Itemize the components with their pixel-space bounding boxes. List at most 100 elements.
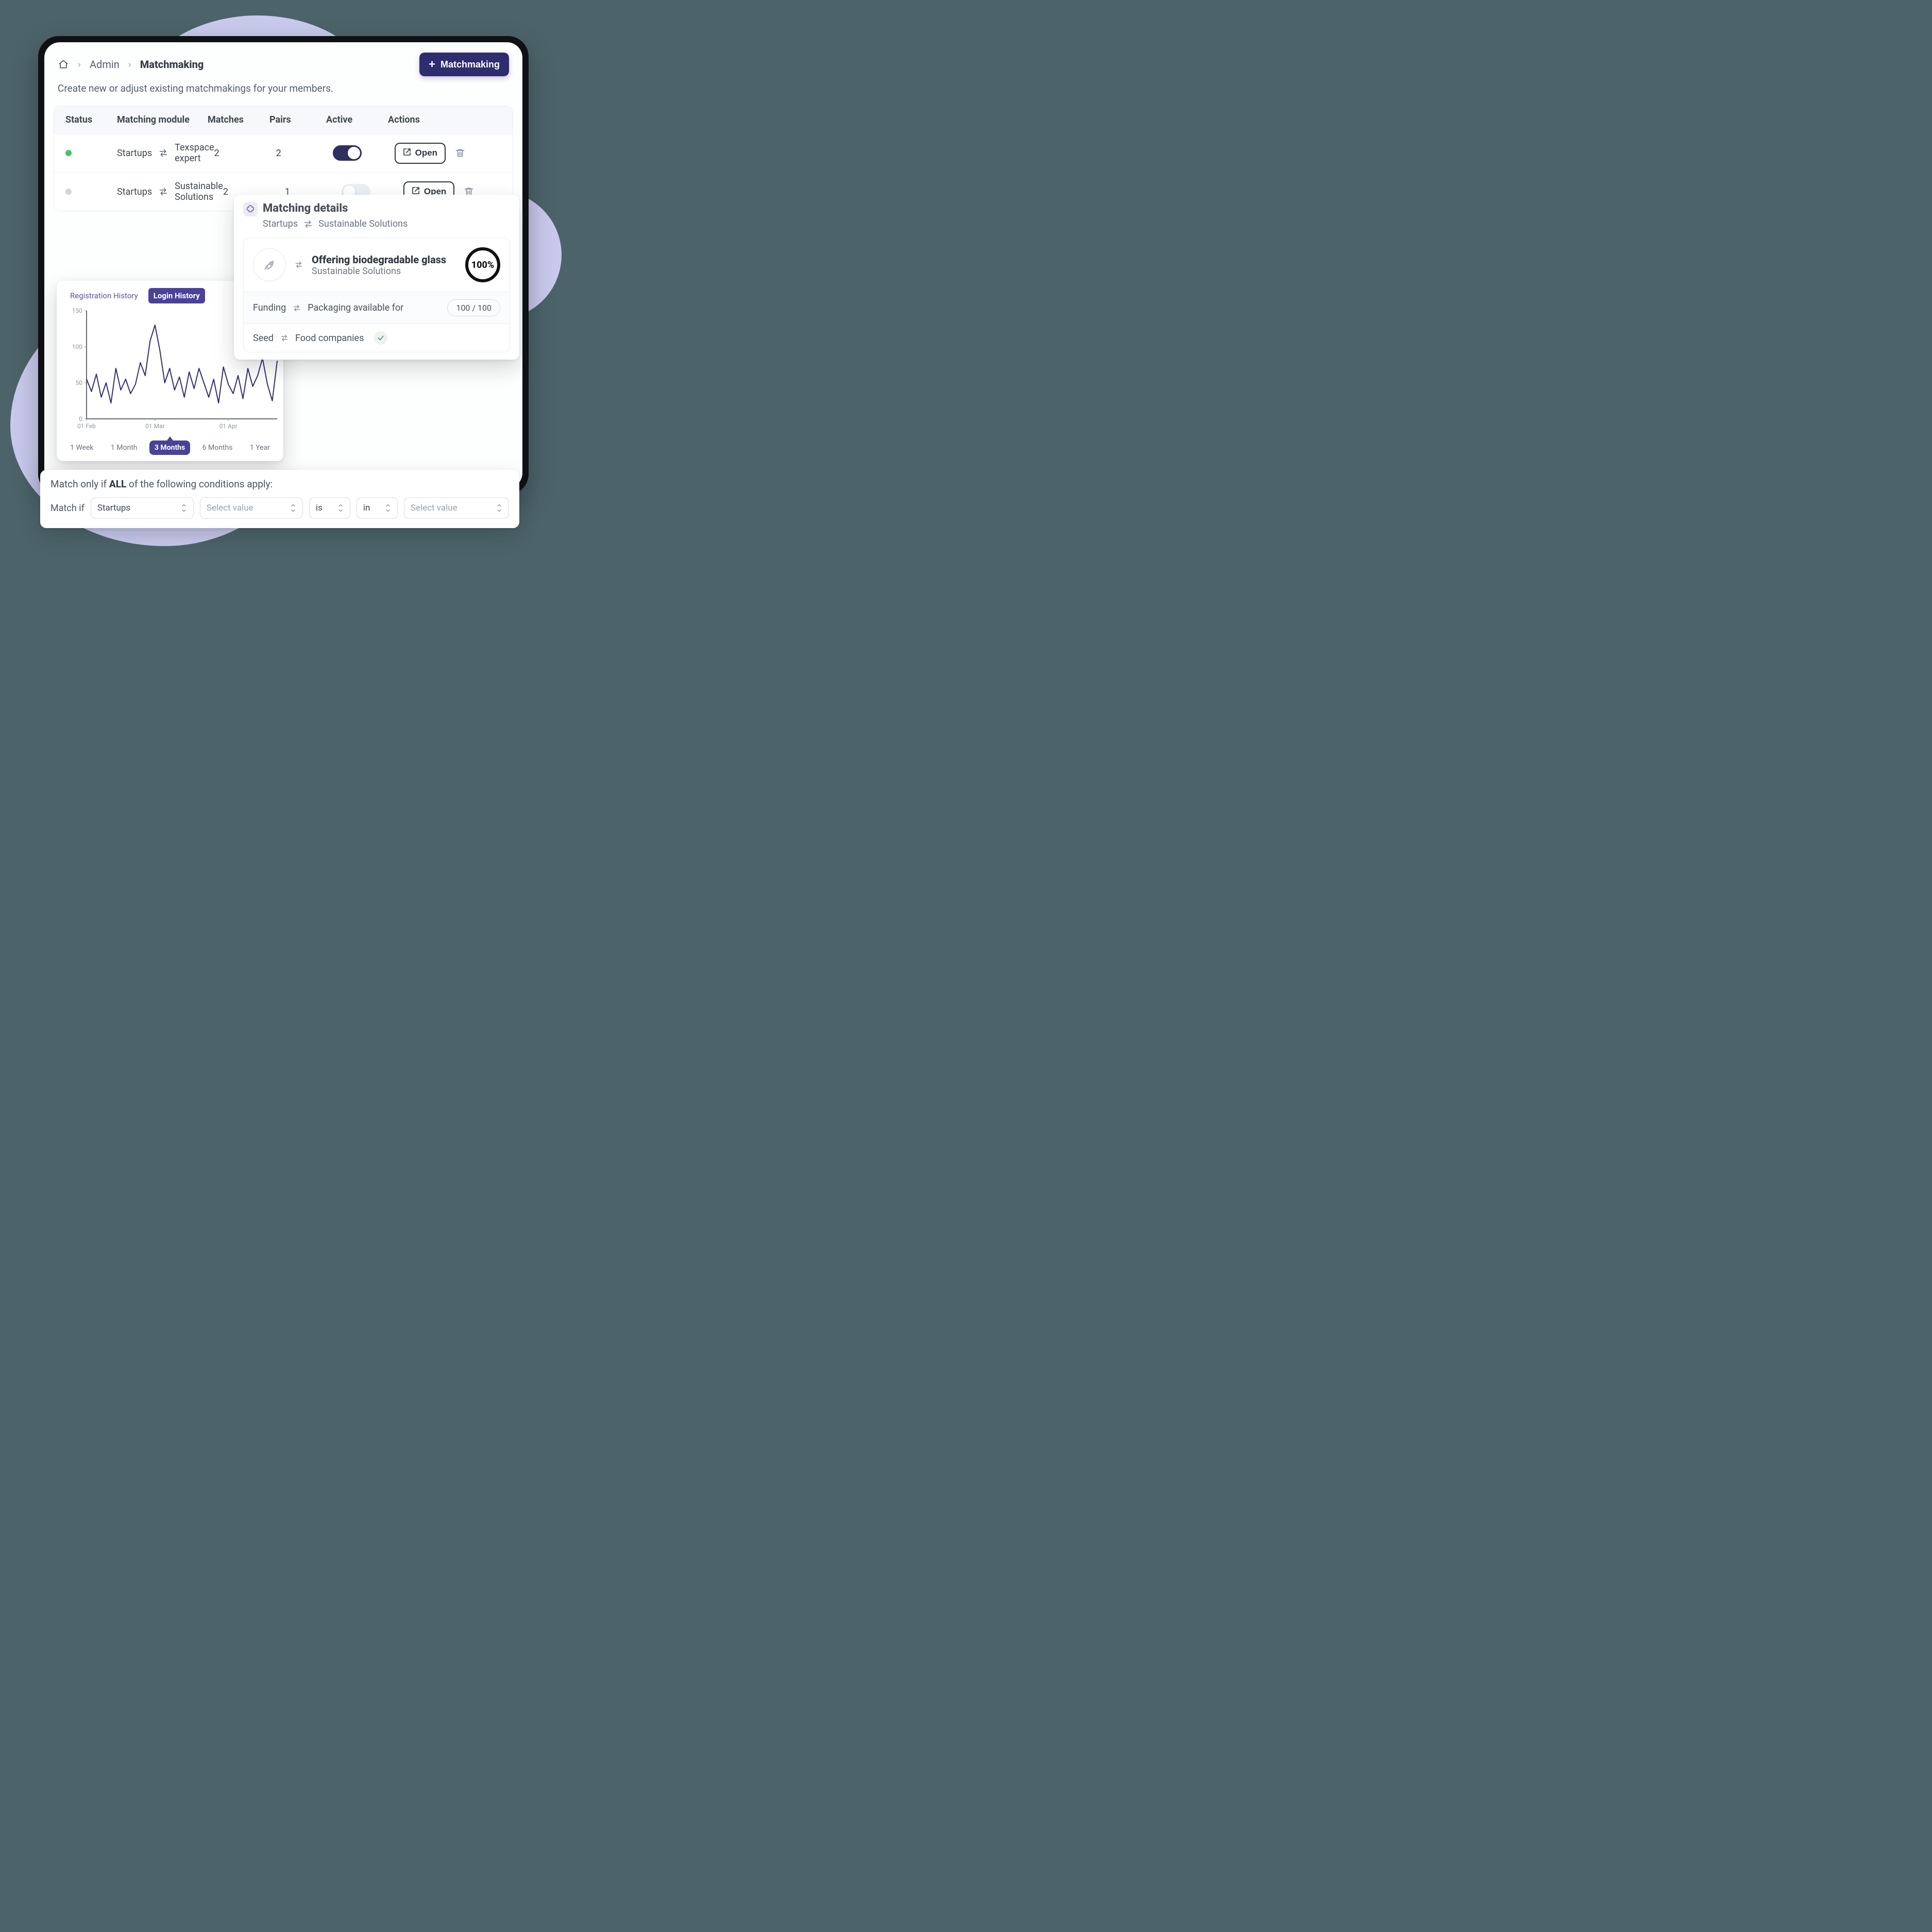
swap-icon [280, 334, 289, 342]
select-value[interactable]: Select value [404, 497, 509, 519]
select-operator-is-value: is [316, 503, 323, 513]
table-row: Startups Texspace expert 2 2 [54, 133, 513, 172]
criteria-left: Funding [253, 302, 286, 313]
pairs-cell: 2 [276, 148, 333, 159]
criteria-left: Seed [253, 333, 274, 344]
offer-subtitle: Sustainable Solutions [312, 266, 446, 277]
svg-text:01 Mar: 01 Mar [145, 422, 165, 430]
chart-ranges: 1 Week 1 Month 3 Months 6 Months 1 Year [65, 440, 275, 455]
module-from: Startups [117, 148, 152, 159]
score-pill: 100 / 100 [447, 299, 500, 316]
new-matchmaking-label: Matchmaking [440, 59, 500, 70]
chevron-updown-icon [337, 503, 344, 513]
rule-row: Match if Startups Select value is [50, 497, 509, 519]
status-dot [65, 150, 72, 156]
popover-to: Sustainable Solutions [318, 218, 408, 229]
select-attribute[interactable]: Select value [200, 497, 303, 519]
swap-icon [303, 220, 313, 228]
delete-button[interactable] [453, 146, 467, 160]
status-cell [65, 148, 117, 159]
tab-registration-history[interactable]: Registration History [65, 288, 143, 303]
range-1y[interactable]: 1 Year [245, 440, 275, 455]
select-value-value: Select value [411, 503, 457, 513]
module-cell: Startups Texspace expert [117, 142, 214, 164]
matches-cell: 2 [214, 148, 276, 159]
check-icon [374, 331, 387, 345]
popover-from: Startups [263, 218, 298, 229]
range-1m[interactable]: 1 Month [106, 440, 143, 455]
details-top: Offering biodegradable glass Sustainable… [244, 238, 510, 292]
select-attribute-value: Select value [207, 503, 253, 513]
rocket-icon [253, 248, 286, 281]
puzzle-icon [243, 202, 258, 216]
range-1w[interactable]: 1 Week [65, 440, 99, 455]
open-button[interactable]: Open [395, 143, 446, 164]
select-operator-in[interactable]: in [357, 497, 398, 519]
plus-icon: + [429, 59, 435, 70]
score-ring: 100% [465, 247, 500, 282]
criteria-right: Food companies [295, 333, 364, 344]
range-6m[interactable]: 6 Months [197, 440, 238, 455]
tab-login-history[interactable]: Login History [148, 288, 205, 303]
th-pairs: Pairs [269, 114, 326, 125]
details-card: Offering biodegradable glass Sustainable… [243, 238, 510, 352]
svg-text:50: 50 [76, 379, 83, 386]
active-toggle[interactable] [333, 145, 362, 161]
breadcrumb: Admin Matchmaking [58, 58, 204, 71]
page-header: Admin Matchmaking + Matchmaking [44, 42, 522, 80]
criteria-row: Seed Food companies [244, 324, 510, 352]
module-cell: Startups Sustainable Solutions [117, 181, 223, 202]
actions-cell: Open [395, 143, 508, 164]
th-active: Active [326, 114, 388, 125]
table-head: Status Matching module Matches Pairs Act… [54, 106, 513, 133]
home-icon[interactable] [58, 59, 69, 70]
th-matches: Matches [208, 114, 269, 125]
criteria-right: Packaging available for [308, 302, 403, 313]
chevron-updown-icon [496, 503, 502, 513]
popover-title: Matching details [263, 202, 348, 215]
chevron-right-icon [127, 58, 133, 71]
module-to: Sustainable Solutions [175, 181, 223, 202]
swap-icon [294, 261, 303, 268]
select-operator-is[interactable]: is [309, 497, 350, 519]
select-operator-in-value: in [363, 503, 370, 513]
active-cell [333, 145, 395, 161]
open-label: Open [415, 148, 437, 158]
module-from: Startups [117, 187, 152, 197]
breadcrumb-current: Matchmaking [140, 58, 204, 71]
chevron-right-icon [76, 58, 82, 71]
svg-text:100: 100 [72, 343, 82, 350]
criteria-row: Funding Packaging available for 100 / 10… [244, 292, 510, 324]
th-status: Status [65, 114, 117, 125]
swap-icon [292, 304, 301, 312]
swap-icon [158, 149, 168, 157]
match-if-label: Match if [50, 503, 84, 514]
chevron-updown-icon [385, 503, 391, 513]
match-rules-panel: Match only if ALL of the following condi… [40, 470, 519, 528]
rules-title: Match only if ALL of the following condi… [50, 478, 509, 490]
module-to: Texspace expert [175, 142, 214, 164]
swap-icon [158, 188, 168, 196]
stage: Admin Matchmaking + Matchmaking Create n… [0, 0, 567, 567]
page-subtitle: Create new or adjust existing matchmakin… [44, 80, 522, 103]
select-entity[interactable]: Startups [91, 497, 194, 519]
status-cell [65, 187, 117, 197]
breadcrumb-admin[interactable]: Admin [90, 58, 120, 71]
range-3m[interactable]: 3 Months [149, 440, 190, 455]
matching-details-popover: Matching details Startups Sustainable So… [234, 195, 519, 360]
chevron-updown-icon [290, 503, 296, 513]
svg-text:01 Apr: 01 Apr [219, 422, 238, 430]
external-link-icon [403, 148, 411, 159]
new-matchmaking-button[interactable]: + Matchmaking [419, 53, 509, 76]
select-entity-value: Startups [97, 503, 130, 513]
th-actions: Actions [388, 114, 501, 125]
chevron-updown-icon [181, 503, 187, 513]
popover-header: Matching details [243, 202, 510, 216]
svg-text:0: 0 [79, 415, 82, 422]
svg-text:01 Feb: 01 Feb [77, 422, 96, 430]
offer-title: Offering biodegradable glass [312, 253, 446, 266]
status-dot [65, 189, 72, 195]
svg-text:150: 150 [72, 308, 82, 314]
th-module: Matching module [117, 114, 208, 125]
popover-subtitle: Startups Sustainable Solutions [263, 218, 510, 229]
